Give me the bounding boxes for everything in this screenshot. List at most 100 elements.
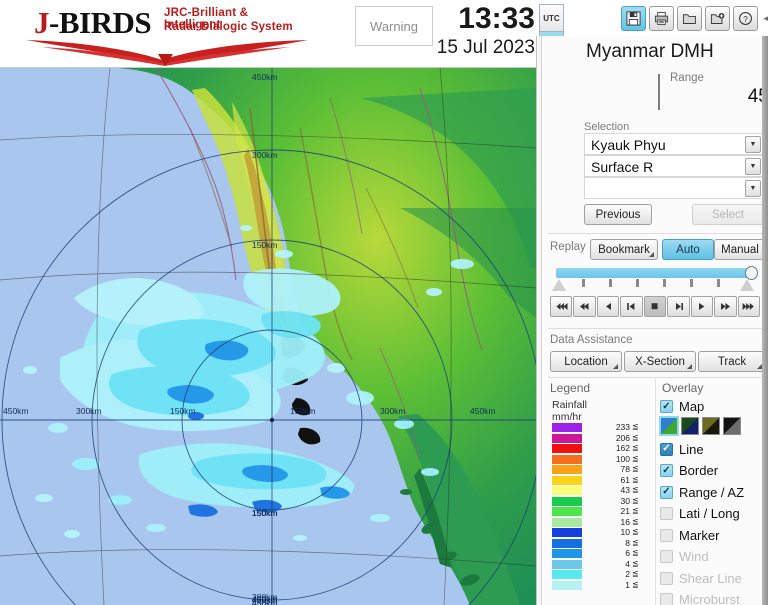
overlay-border[interactable]: ✓Border — [660, 460, 764, 482]
svg-text:300km: 300km — [252, 150, 278, 160]
fast-forward-button[interactable] — [714, 296, 736, 317]
checkbox-icon[interactable] — [660, 507, 673, 520]
overlay-microburst: Microburst — [660, 589, 764, 605]
bookmark-button[interactable]: Bookmark — [590, 239, 658, 260]
print-button[interactable] — [649, 6, 674, 31]
play-reverse-button[interactable] — [597, 296, 619, 317]
location-button[interactable]: Location — [550, 351, 622, 372]
map-style-terrain[interactable] — [660, 417, 678, 435]
checkbox-icon[interactable] — [660, 529, 673, 542]
selection-site-dropdown[interactable]: Kyauk Phyu ▼ — [584, 133, 764, 155]
help-button[interactable]: ? — [733, 6, 758, 31]
timezone-utc-button[interactable]: UTC — [539, 4, 564, 32]
map-style-olive[interactable] — [702, 417, 720, 435]
overlay-item-label: Shear Line — [679, 571, 742, 586]
legend-value: 1 — [586, 580, 630, 590]
radar-map-view[interactable]: 450km 300km 150km 150km 300km 450km 450k… — [0, 68, 536, 605]
selection-site-value: Kyauk Phyu — [591, 136, 666, 154]
overlay-line[interactable]: ✓ Line — [660, 439, 764, 461]
overlay-wind: Wind — [660, 546, 764, 568]
add-folder-button[interactable] — [705, 6, 730, 31]
timeline-marker-end[interactable] — [740, 279, 754, 291]
legend-comparator: ≦ — [632, 496, 639, 506]
bookmark-label: Bookmark — [598, 244, 650, 256]
legend-comparator: ≦ — [632, 559, 639, 569]
overlay-map[interactable]: ✓ Map — [660, 396, 764, 418]
svg-text:?: ? — [743, 13, 748, 23]
chevron-down-icon[interactable]: ▼ — [745, 136, 761, 153]
check-icon: ✓ — [662, 487, 670, 497]
map-style-gray[interactable] — [723, 417, 741, 435]
timeline-track[interactable] — [556, 268, 752, 278]
logo-letter-j: J — [34, 5, 49, 40]
radar-application: J-BIRDS JRC-Brilliant & Intelligent Rada… — [0, 0, 768, 605]
legend-color-swatch — [552, 507, 582, 516]
legend-color-swatch — [552, 560, 582, 569]
stop-button[interactable] — [644, 296, 666, 317]
svg-text:300km: 300km — [76, 406, 102, 416]
checkbox-icon[interactable]: ✓ — [660, 464, 673, 477]
step-back-button[interactable] — [620, 296, 642, 317]
collapse-panel-button[interactable]: ◀ — [761, 6, 768, 31]
save-button[interactable] — [621, 6, 646, 31]
step-forward-icon — [672, 302, 685, 311]
previous-button[interactable]: Previous — [584, 204, 652, 225]
timeline-tick — [690, 279, 693, 287]
overlay-range-az[interactable]: ✓Range / AZ — [660, 482, 764, 504]
skip-to-end-button[interactable] — [738, 296, 760, 317]
legend-color-swatch — [552, 539, 582, 548]
dropdown-corner-icon — [649, 252, 654, 257]
legend-comparator: ≦ — [632, 475, 639, 485]
overlay-lati-long[interactable]: Lati / Long — [660, 503, 764, 525]
legend-value: 21 — [586, 506, 630, 516]
checkbox-icon[interactable]: ✓ — [660, 400, 673, 413]
checkbox-icon[interactable]: ✓ — [660, 443, 673, 456]
legend-comparator: ≦ — [632, 443, 639, 453]
fast-forward-icon — [719, 302, 732, 311]
select-button: Select — [692, 204, 764, 225]
replay-timeline-slider[interactable] — [552, 266, 758, 296]
logo-tagline-line2: Radar Dialogic System — [164, 21, 293, 33]
add-folder-icon — [710, 11, 725, 26]
overlay-item-label: Map — [679, 399, 704, 414]
legend-color-swatch — [552, 581, 582, 590]
selection-elevation-dropdown[interactable]: ▼ — [584, 177, 764, 199]
legend-value: 61 — [586, 475, 630, 485]
track-button[interactable]: Track — [698, 351, 766, 372]
replay-auto-button[interactable]: Auto — [662, 239, 714, 260]
svg-text:150km: 150km — [252, 240, 278, 250]
rewind-button[interactable] — [573, 296, 595, 317]
panel-scrollbar[interactable] — [762, 36, 768, 605]
play-button[interactable] — [691, 296, 713, 317]
replay-manual-button[interactable]: Manual — [714, 239, 766, 260]
timeline-marker-start[interactable] — [552, 279, 566, 291]
xsection-label: X-Section — [635, 356, 685, 368]
timeline-knob[interactable] — [745, 266, 758, 280]
map-style-swatches — [660, 417, 764, 437]
svg-text:450km: 450km — [252, 72, 278, 82]
check-icon: ✓ — [662, 444, 670, 454]
legend-color-swatch — [552, 570, 582, 579]
checkbox-icon[interactable]: ✓ — [660, 486, 673, 499]
range-readout: Range 450 km — [586, 72, 768, 112]
svg-text:300km: 300km — [380, 406, 406, 416]
legend-color-swatch — [552, 497, 582, 506]
overlay-marker[interactable]: Marker — [660, 525, 764, 547]
map-style-night[interactable] — [681, 417, 699, 435]
track-label: Track — [718, 356, 746, 368]
step-forward-button[interactable] — [667, 296, 689, 317]
selection-product-dropdown[interactable]: Surface R ▼ — [584, 155, 764, 177]
skip-to-start-button[interactable] — [550, 296, 572, 317]
chevron-down-icon[interactable]: ▼ — [745, 180, 761, 197]
legend-color-swatch — [552, 423, 582, 432]
xsection-button[interactable]: X-Section — [624, 351, 696, 372]
overlay-item-label: Line — [679, 442, 704, 457]
legend-color-swatch — [552, 455, 582, 464]
skip-to-start-icon — [555, 302, 568, 311]
svg-text:150km: 150km — [290, 406, 316, 416]
legend-value: 206 — [586, 433, 630, 443]
chevron-down-icon[interactable]: ▼ — [745, 158, 761, 175]
clock-date: 15 Jul 2023 — [412, 36, 535, 60]
legend-unit-line1: Rainfall — [552, 399, 587, 411]
open-folder-button[interactable] — [677, 6, 702, 31]
